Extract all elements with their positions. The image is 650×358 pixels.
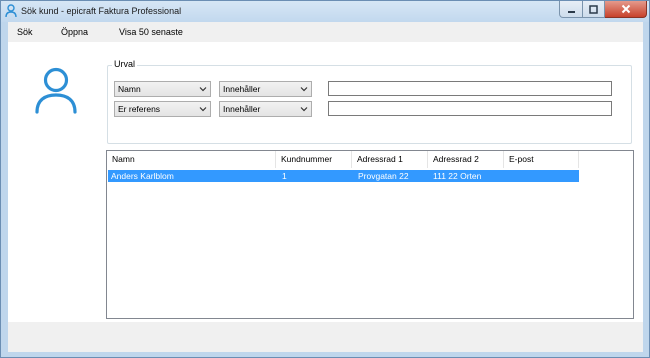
menu-item-oppna[interactable]: Öppna <box>61 27 88 37</box>
window-controls <box>559 1 647 18</box>
user-icon <box>5 4 17 18</box>
operator-select-2-value: Innehåller <box>223 104 261 114</box>
minimize-icon <box>567 10 575 13</box>
field-select-1-value: Namn <box>118 84 141 94</box>
table-row[interactable]: Anders Karlblom 1 Provgatan 22 111 22 Or… <box>108 170 579 182</box>
close-button[interactable] <box>605 1 647 18</box>
menu-item-sok[interactable]: Sök <box>17 27 33 37</box>
chevron-down-icon <box>199 107 207 112</box>
operator-select-1[interactable]: Innehåller <box>219 81 312 97</box>
results-header: Namn Kundnummer Adressrad 1 Adressrad 2 … <box>107 151 633 168</box>
column-header-e-post[interactable]: E-post <box>504 151 579 168</box>
maximize-icon <box>589 4 598 14</box>
operator-select-2[interactable]: Innehåller <box>219 101 312 117</box>
maximize-button[interactable] <box>583 1 605 18</box>
menu-bar: Sök Öppna Visa 50 senaste <box>8 22 643 42</box>
client-area: Sök Öppna Visa 50 senaste Urval Namn Inn… <box>8 22 643 352</box>
column-header-adressrad-2[interactable]: Adressrad 2 <box>428 151 504 168</box>
field-select-2-value: Er referens <box>118 104 161 114</box>
filter-value-input-1[interactable] <box>328 81 612 96</box>
window-title: Sök kund - epicraft Faktura Professional <box>21 6 182 16</box>
app-window: Sök kund - epicraft Faktura Professional… <box>0 0 650 358</box>
chevron-down-icon <box>300 107 308 112</box>
filter-value-input-2[interactable] <box>328 101 612 116</box>
filter-group-label: Urval <box>112 59 138 69</box>
title-bar[interactable]: Sök kund - epicraft Faktura Professional <box>1 1 649 22</box>
chevron-down-icon <box>199 87 207 92</box>
close-icon <box>621 4 630 14</box>
operator-select-1-value: Innehåller <box>223 84 261 94</box>
status-bar <box>8 322 643 352</box>
column-header-namn[interactable]: Namn <box>107 151 276 168</box>
field-select-2[interactable]: Er referens <box>114 101 211 117</box>
user-icon <box>35 67 77 114</box>
chevron-down-icon <box>300 87 308 92</box>
cell-kundnummer: 1 <box>282 171 287 181</box>
cell-adressrad-2: 111 22 Orten <box>433 171 482 181</box>
results-list[interactable]: Namn Kundnummer Adressrad 1 Adressrad 2 … <box>106 150 634 319</box>
minimize-button[interactable] <box>559 1 583 18</box>
column-header-adressrad-1[interactable]: Adressrad 1 <box>352 151 428 168</box>
search-panel: Urval Namn Innehåller Er referens Innehå… <box>8 42 643 334</box>
menu-item-visa-50-senaste[interactable]: Visa 50 senaste <box>119 27 183 37</box>
cell-adressrad-1: Provgatan 22 <box>358 171 409 181</box>
cell-namn: Anders Karlblom <box>111 171 174 181</box>
field-select-1[interactable]: Namn <box>114 81 211 97</box>
column-header-kundnummer[interactable]: Kundnummer <box>276 151 352 168</box>
